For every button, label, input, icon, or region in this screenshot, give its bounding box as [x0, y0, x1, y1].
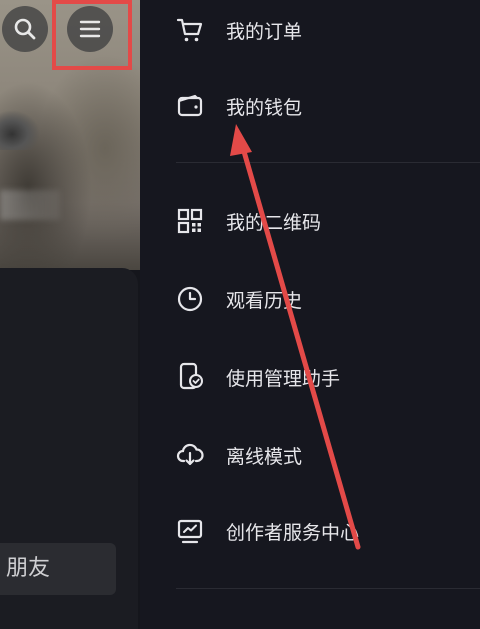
friends-button[interactable]: 朋友 — [0, 543, 116, 595]
menu-item-wallet[interactable]: 我的钱包 — [140, 76, 480, 136]
menu-item-orders[interactable]: 我的订单 — [140, 0, 480, 60]
menu-item-label: 观看历史 — [226, 290, 303, 312]
menu-item-label: 我的订单 — [226, 21, 303, 43]
clock-icon — [177, 286, 203, 312]
monitor-chart-icon — [177, 519, 203, 544]
menu-item-label: 我的钱包 — [226, 97, 303, 119]
cloud-download-icon — [176, 443, 204, 466]
wallet-icon — [177, 94, 203, 117]
background-page: 朋友 — [0, 0, 140, 629]
menu-item-label: 使用管理助手 — [226, 368, 341, 390]
annotation-highlight-box — [52, 0, 132, 70]
phone-check-icon — [179, 362, 203, 390]
menu-item-label: 我的二维码 — [226, 212, 322, 234]
menu-item-watch-history[interactable]: 观看历史 — [140, 268, 480, 328]
side-drawer-menu: 我的订单 我的钱包 我的二维码 观看历史 使用管理助手 离线模式 创作者服务中心 — [140, 0, 480, 629]
menu-item-label: 创作者服务中心 — [226, 522, 360, 544]
menu-item-qr-code[interactable]: 我的二维码 — [140, 190, 480, 250]
friends-button-label: 朋友 — [6, 556, 51, 581]
menu-item-usage-assistant[interactable]: 使用管理助手 — [140, 346, 480, 406]
menu-item-offline-mode[interactable]: 离线模式 — [140, 424, 480, 484]
menu-divider — [176, 162, 480, 163]
search-button[interactable] — [2, 6, 48, 52]
menu-item-label: 离线模式 — [226, 446, 303, 468]
cart-icon — [176, 18, 203, 42]
menu-item-creator-center[interactable]: 创作者服务中心 — [140, 500, 480, 560]
photo-subject — [0, 110, 40, 150]
blurred-text — [0, 190, 60, 220]
qr-code-icon — [177, 208, 203, 234]
menu-divider — [176, 588, 480, 589]
search-icon — [14, 18, 36, 40]
